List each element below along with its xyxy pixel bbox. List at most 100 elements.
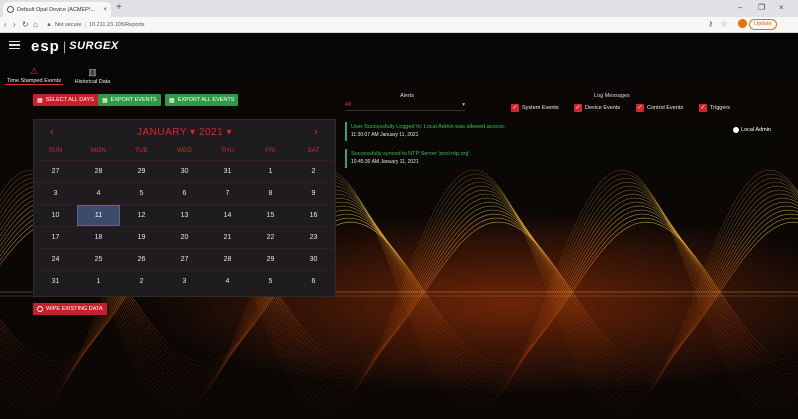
- calendar-day[interactable]: 9: [292, 183, 335, 204]
- calendar-day[interactable]: 4: [206, 271, 249, 292]
- calendar-day[interactable]: 1: [249, 161, 292, 182]
- weekday-label: MON: [90, 147, 107, 154]
- logo-surgex: SURGEX: [69, 40, 119, 52]
- select-all-days-button[interactable]: ▦ SELECT ALL DAYS: [33, 94, 98, 106]
- calendar-day[interactable]: 6: [163, 183, 206, 204]
- wipe-existing-data-button[interactable]: WIPE EXISTING DATA: [33, 303, 107, 315]
- calendar-day[interactable]: 2: [120, 271, 163, 292]
- calendar-day[interactable]: 21: [206, 227, 249, 248]
- calendar-day[interactable]: 5: [120, 183, 163, 204]
- calendar-day[interactable]: 12: [120, 205, 163, 226]
- weekday-label: THU: [220, 147, 235, 154]
- browser-tab-title: Default Opal Device (ACMEP!...: [17, 6, 95, 13]
- calendar-day[interactable]: 30: [163, 161, 206, 182]
- weekday-label: SUN: [48, 147, 63, 154]
- restore-button[interactable]: ❐: [758, 2, 765, 14]
- checkbox-checked-icon: ✓: [511, 104, 519, 112]
- home-button[interactable]: ⌂: [33, 19, 38, 31]
- bookmark-star-icon[interactable]: ☆: [721, 19, 727, 31]
- calendar-day[interactable]: 23: [292, 227, 335, 248]
- reload-button[interactable]: ↻: [22, 19, 29, 31]
- button-label: EXPORT ALL EVENTS: [177, 97, 235, 103]
- export-all-events-button[interactable]: ▦ EXPORT ALL EVENTS: [165, 94, 239, 106]
- calendar-day[interactable]: 4: [77, 183, 120, 204]
- calendar-day[interactable]: 26: [120, 249, 163, 270]
- control-events-checkbox[interactable]: ✓ Control Events: [636, 104, 683, 112]
- menu-icon[interactable]: [9, 41, 20, 49]
- calendar-day[interactable]: 30: [292, 249, 335, 270]
- minimize-button[interactable]: –: [738, 2, 742, 14]
- calendar-day[interactable]: 2: [292, 161, 335, 182]
- calendar-day[interactable]: 20: [163, 227, 206, 248]
- alerts-label: Alerts: [400, 93, 415, 99]
- report-tabs: ⚠ Time Stamped Events ▥ Historical Data: [0, 58, 798, 86]
- alerts-select[interactable]: All ▾: [345, 102, 465, 111]
- calendar-day[interactable]: 3: [34, 183, 77, 204]
- update-button[interactable]: Update: [749, 19, 777, 30]
- calendar-day[interactable]: 6: [292, 271, 335, 292]
- weekday-label: TUE: [135, 147, 148, 154]
- calendar-day[interactable]: 13: [163, 205, 206, 226]
- checkbox-label: Control Events: [647, 105, 684, 111]
- calendar-month: JANUARY: [137, 127, 187, 138]
- user-icon: [733, 127, 740, 133]
- app-window: esp | SURGEX ⚠ Time Stamped Events ▥ His…: [0, 34, 798, 419]
- calendar-day[interactable]: 11: [77, 205, 120, 226]
- browser-tab[interactable]: Default Opal Device (ACMEP!... ×: [3, 2, 111, 17]
- calendar-day[interactable]: 5: [249, 271, 292, 292]
- weekday-label: SAT: [307, 147, 320, 154]
- chevron-down-icon: ▾: [462, 102, 465, 108]
- calendar-day[interactable]: 8: [249, 183, 292, 204]
- calendar-day[interactable]: 19: [120, 227, 163, 248]
- calendar-week-row: 17 18 19 20 21 22 23: [34, 226, 335, 248]
- calendar-day[interactable]: 31: [206, 161, 249, 182]
- security-label: Not secure: [54, 22, 82, 28]
- calendar-day[interactable]: 18: [77, 227, 120, 248]
- system-events-checkbox[interactable]: ✓ System Events: [511, 104, 559, 112]
- calendar-day[interactable]: 1: [77, 271, 120, 292]
- favicon-icon: [7, 6, 14, 13]
- calendar-day[interactable]: 28: [77, 161, 120, 182]
- calendar-day[interactable]: 28: [206, 249, 249, 270]
- calendar-day[interactable]: 7: [206, 183, 249, 204]
- new-tab-button[interactable]: +: [116, 2, 122, 14]
- weekday-header: SUN MON TUE WED THU FRI SAT: [34, 147, 335, 157]
- calendar-day[interactable]: 15: [249, 205, 292, 226]
- triggers-checkbox[interactable]: ✓ Triggers: [699, 104, 730, 112]
- calendar-icon: ▦: [37, 97, 43, 104]
- url-field[interactable]: ▲ Not secure | 10.211.23.105/Reports: [46, 19, 246, 31]
- profile-avatar[interactable]: [738, 19, 747, 28]
- export-events-button[interactable]: ▦ EXPORT EVENTS: [98, 94, 161, 106]
- calendar-day[interactable]: 10: [34, 205, 77, 226]
- forward-button[interactable]: ›: [13, 19, 16, 31]
- calendar-day[interactable]: 16: [292, 205, 335, 226]
- checkbox-label: Device Events: [585, 105, 621, 111]
- calendar-month-year[interactable]: JANUARY ▾ 2021 ▾: [34, 127, 335, 138]
- month-caret: ▾: [190, 127, 196, 138]
- close-window-button[interactable]: ×: [779, 2, 784, 14]
- power-icon: [37, 306, 43, 312]
- tab-historical-data[interactable]: ▥ Historical Data: [70, 61, 115, 85]
- button-label: EXPORT EVENTS: [110, 97, 157, 103]
- tab-time-stamped-events[interactable]: ⚠ Time Stamped Events: [5, 61, 63, 85]
- calendar-day[interactable]: 27: [163, 249, 206, 270]
- calendar-day[interactable]: 25: [77, 249, 120, 270]
- checkbox-label: System Events: [522, 105, 559, 111]
- calendar-day[interactable]: 31: [34, 271, 77, 292]
- checkbox-checked-icon: ✓: [636, 104, 644, 112]
- back-button[interactable]: ‹: [4, 19, 7, 31]
- table-icon: ▦: [169, 97, 175, 104]
- weekday-label: WED: [176, 147, 193, 154]
- calendar-day[interactable]: 22: [249, 227, 292, 248]
- calendar-day[interactable]: 14: [206, 205, 249, 226]
- calendar-day[interactable]: 27: [34, 161, 77, 182]
- key-icon[interactable]: ⚷: [708, 19, 713, 31]
- next-month-button[interactable]: ›: [314, 126, 318, 138]
- calendar-day[interactable]: 29: [249, 249, 292, 270]
- calendar-day[interactable]: 24: [34, 249, 77, 270]
- device-events-checkbox[interactable]: ✓ Device Events: [574, 104, 620, 112]
- calendar-day[interactable]: 17: [34, 227, 77, 248]
- calendar-day[interactable]: 29: [120, 161, 163, 182]
- calendar-day[interactable]: 3: [163, 271, 206, 292]
- close-tab-icon[interactable]: ×: [103, 7, 107, 13]
